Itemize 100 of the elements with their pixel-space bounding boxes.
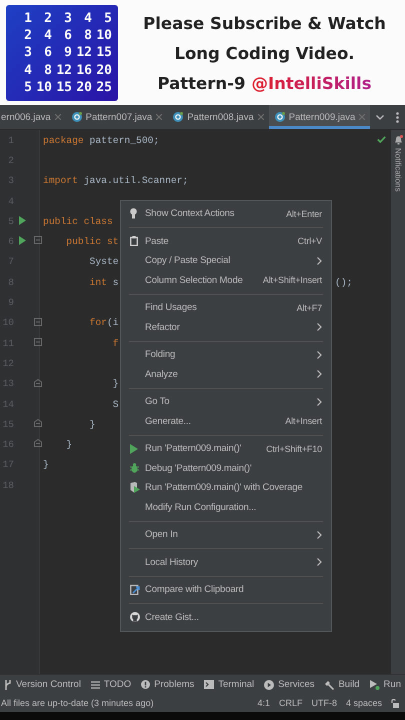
code-text: public class	[43, 216, 113, 227]
menu-item[interactable]: Go To	[121, 392, 331, 412]
menu-item[interactable]: Modify Run Configuration...	[121, 498, 331, 517]
tool-window-button[interactable]: Run	[370, 679, 401, 690]
menu-item[interactable]: Analyze	[121, 364, 331, 384]
code-text: public st	[65, 236, 119, 248]
status-item[interactable]: UTF-8	[311, 698, 337, 708]
grid-number: 2	[24, 28, 32, 44]
menu-item[interactable]: Local History	[121, 552, 331, 572]
tool-window-button[interactable]: Build	[324, 679, 360, 690]
grid-number: 8	[44, 62, 52, 78]
fold-marker-icon[interactable]	[34, 439, 42, 448]
status-item[interactable]: 4:1	[257, 698, 270, 708]
run-icon	[370, 680, 380, 690]
grid-number: 2	[44, 11, 52, 26]
menu-item[interactable]: Compare with Clipboard	[121, 580, 331, 600]
grid-number: 4	[84, 11, 92, 26]
status-message: All files are up-to-date (3 minutes ago)	[1, 698, 155, 708]
file-tab[interactable]: ern006.java	[0, 105, 66, 129]
banner-title: Long Coding Video.	[174, 44, 355, 63]
grid-number: 9	[64, 45, 72, 60]
hexagon-play-icon	[264, 680, 274, 690]
menu-item[interactable]: Run 'Pattern009.main()' Ctrl+Shift+F10	[121, 439, 331, 458]
grid-number: 12	[76, 45, 92, 60]
status-item[interactable]: CRLF	[278, 698, 302, 708]
code-text: S	[112, 398, 119, 410]
lock-icon[interactable]	[391, 698, 399, 708]
menu-item[interactable]: Run 'Pattern009.main()' with Coverage	[121, 478, 331, 498]
close-icon[interactable]	[258, 114, 264, 120]
menu-item[interactable]: Open In	[121, 525, 331, 544]
close-icon[interactable]	[359, 114, 366, 120]
grid-number: 15	[56, 80, 72, 95]
clipboard-icon	[130, 236, 138, 246]
shield-run-icon	[130, 482, 140, 494]
menu-item[interactable]: Show Context Actions Alt+Enter	[121, 204, 331, 224]
grid-number: 6	[44, 45, 52, 60]
exclamation-icon	[141, 680, 150, 689]
menu-item[interactable]: Find Usages Alt+F7	[121, 298, 331, 318]
grid-number: 25	[96, 80, 112, 95]
code-text: }	[65, 439, 72, 450]
grid-number: 1	[24, 11, 32, 26]
tool-window-button[interactable]: Version Control	[4, 679, 81, 690]
menu-item[interactable]: Create Gist...	[121, 608, 331, 627]
menu-item[interactable]: Debug 'Pattern009.main()'	[121, 458, 331, 478]
grid-number: 5	[24, 80, 32, 95]
grid-number: 3	[64, 11, 72, 26]
code-text: f	[112, 338, 119, 349]
tool-window-button[interactable]: Services	[264, 679, 315, 690]
clipboard-arrow-icon	[130, 584, 140, 596]
tool-window-button[interactable]: Problems	[141, 679, 194, 690]
fold-marker-icon[interactable]	[34, 236, 42, 244]
code-text: import java.util.Scanner;	[43, 175, 188, 186]
bell-icon[interactable]	[394, 135, 402, 145]
grid-number: 3	[24, 45, 32, 60]
grid-number: 20	[96, 62, 112, 78]
grid-number: 12	[56, 62, 72, 78]
run-icon[interactable]	[19, 216, 26, 226]
list-icon	[90, 680, 100, 688]
file-tab[interactable]: Pattern009.java	[268, 105, 370, 129]
file-tab[interactable]: Pattern008.java	[167, 105, 269, 129]
lightbulb-icon	[130, 208, 137, 220]
grid-number: 20	[76, 80, 92, 95]
run-icon	[130, 444, 138, 454]
close-icon[interactable]	[156, 114, 162, 120]
cat-silhouette-icon	[130, 612, 140, 622]
tool-window-button[interactable]: Terminal	[204, 679, 254, 690]
notifications-tab[interactable]: Notifications	[394, 148, 402, 192]
code-text: }	[112, 378, 119, 390]
menu-item[interactable]: Generate... Alt+Insert	[121, 412, 331, 431]
code-text: }	[88, 418, 96, 430]
terminal-icon	[204, 680, 214, 689]
fold-marker-icon[interactable]	[34, 318, 42, 326]
menu-item[interactable]: Copy / Paste Special	[121, 251, 331, 270]
grid-number: 15	[96, 45, 112, 60]
fold-marker-icon[interactable]	[34, 419, 42, 428]
grid-number: 6	[64, 28, 72, 44]
menu-item[interactable]: Refactor	[121, 318, 331, 337]
bug-icon	[130, 463, 139, 474]
tool-window-button[interactable]: TODO	[90, 679, 132, 690]
hammer-icon	[324, 680, 334, 690]
menu-item[interactable]: Column Selection Mode Alt+Shift+Insert	[121, 270, 331, 290]
grid-number: 4	[24, 62, 32, 78]
run-icon[interactable]	[19, 236, 26, 246]
banner-title: Please Subscribe & Watch	[143, 14, 386, 34]
grid-number: 10	[96, 28, 112, 44]
close-icon[interactable]	[54, 114, 61, 120]
file-tab[interactable]: Pattern007.java	[66, 105, 168, 129]
code-text: Syste	[88, 256, 119, 268]
grid-number: 10	[36, 80, 52, 95]
fold-marker-icon[interactable]	[34, 378, 42, 387]
check-icon	[377, 136, 386, 143]
code-text: int s	[88, 276, 119, 288]
status-item[interactable]: 4 spaces	[346, 698, 382, 708]
menu-item[interactable]: Paste Ctrl+V	[121, 232, 331, 251]
fold-marker-icon[interactable]	[34, 338, 42, 346]
more-options-icon[interactable]	[396, 112, 400, 122]
code-text: ();	[335, 276, 352, 288]
code-text: package pattern_500;	[43, 134, 160, 146]
menu-item[interactable]: Folding	[121, 345, 331, 364]
chevron-down-icon[interactable]	[376, 114, 384, 120]
